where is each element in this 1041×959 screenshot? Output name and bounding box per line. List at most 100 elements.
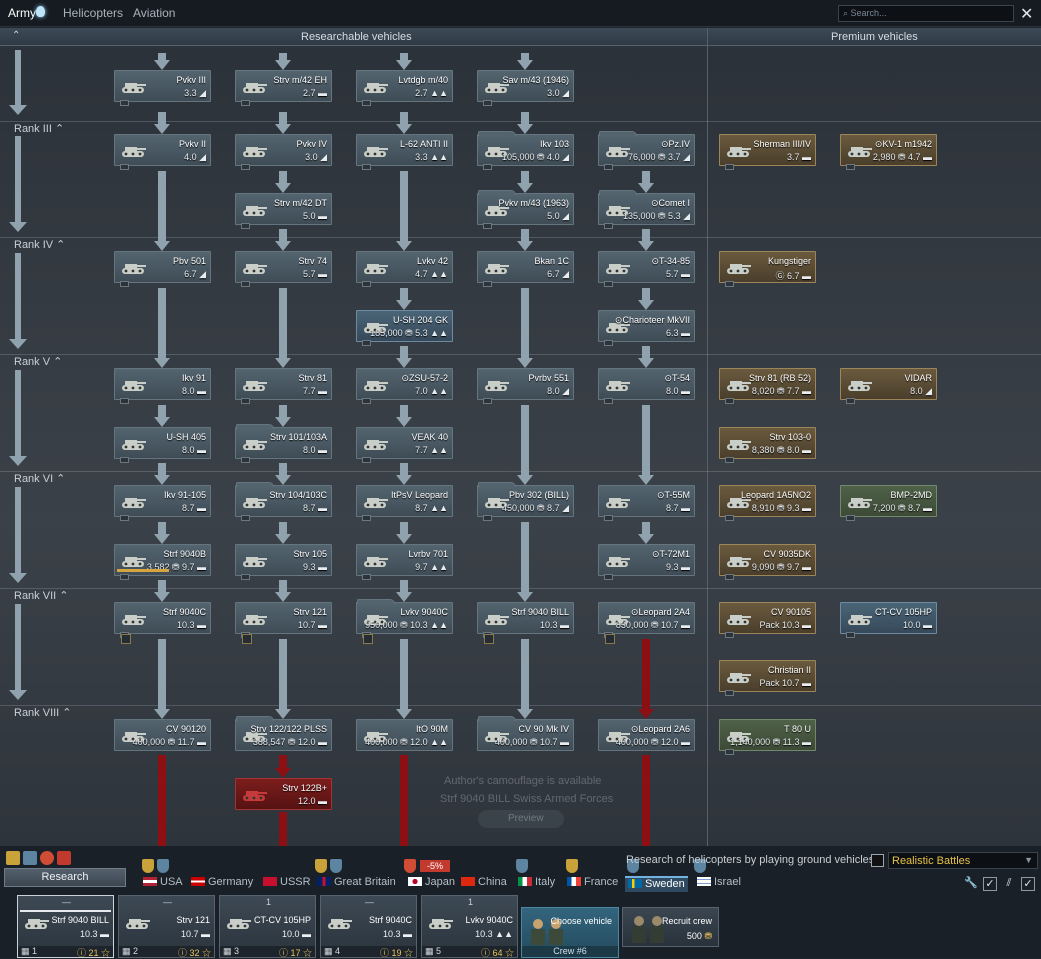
vehicle-card[interactable]: Lvtdgb m/40 2.7 ▲▲	[356, 70, 453, 106]
rank-label[interactable]: Rank III ⌃	[14, 122, 64, 135]
nation-tab-france[interactable]: France	[567, 876, 618, 892]
preview-button[interactable]: Preview	[478, 810, 564, 828]
vehicle-card[interactable]: Pvrbv 551 8.0 ◢	[477, 368, 574, 404]
rank-label[interactable]: Rank V ⌃	[14, 355, 62, 368]
vehicle-card[interactable]: Lvrbv 701 9.7 ▲▲	[356, 544, 453, 580]
vehicle-card[interactable]: VEAK 40 7.7 ▲▲	[356, 427, 453, 463]
rank-label[interactable]: Rank VII ⌃	[14, 589, 68, 602]
vehicle-card[interactable]: Lvkv 42 4.7 ▲▲	[356, 251, 453, 287]
crew-slot[interactable]: 1 Lvkv 9040C 10.3 ▲▲ ▦ 5 ⓘ 64 ☆	[421, 895, 518, 958]
vehicle-card[interactable]: U-SH 405 8.0 ▬	[114, 427, 211, 463]
checkbox-icon[interactable]: ✓	[983, 877, 997, 891]
vehicle-card[interactable]: ⊙T-54 8.0 ▬	[598, 368, 695, 404]
vehicle-card[interactable]: ⊙Leopard 2A6 400,000 ⛃ 12.0 ▬	[598, 719, 695, 751]
vehicle-card[interactable]: Pbv 501 6.7 ◢	[114, 251, 211, 287]
vehicle-card[interactable]: Strv 74 5.7 ▬	[235, 251, 332, 287]
vehicle-card[interactable]: T 80 U 1,140,000 ⛃ 11.3 ▬	[719, 719, 816, 755]
search-input[interactable]: ⌕ Search...	[838, 5, 1014, 22]
vehicle-card[interactable]: ⊙ZSU-57-2 7.0 ▲▲	[356, 368, 453, 404]
vehicle-card[interactable]: BMP-2MD 7,200 ⛃ 8.7 ▬	[840, 485, 937, 521]
percent-icon[interactable]	[57, 851, 71, 865]
rank-icon[interactable]	[6, 851, 20, 865]
nation-tab-israel[interactable]: Israel	[697, 876, 741, 892]
vehicle-card[interactable]: ⊙Comet I 135,000 ⛃ 5.3 ◢	[598, 190, 695, 229]
wrench-icon[interactable]: 🔧	[964, 877, 978, 891]
crew-slot[interactable]: — Strf 9040C 10.3 ▬ ▦ 4 ⓘ 19 ☆	[320, 895, 417, 958]
collapse-icon[interactable]: ⌃	[12, 30, 20, 41]
rank-label[interactable]: Rank IV ⌃	[14, 238, 65, 251]
nation-tab-usa[interactable]: USA	[143, 876, 183, 892]
vehicle-card[interactable]: Strv 122B+ 12.0 ▬	[235, 778, 332, 810]
vehicle-card[interactable]: Pvkv III 3.3 ◢	[114, 70, 211, 106]
vehicle-card[interactable]: Strv m/42 DT 5.0 ▬	[235, 193, 332, 229]
vehicle-card[interactable]: Strv 81 7.7 ▬	[235, 368, 332, 404]
vehicle-card[interactable]: Strv 103-0 8,380 ⛃ 8.0 ▬	[719, 427, 816, 463]
vehicle-card[interactable]: Bkan 1C 6.7 ◢	[477, 251, 574, 287]
vehicle-card[interactable]: Strv 105 9.3 ▬	[235, 544, 332, 580]
vehicle-card[interactable]: Sherman III/IV 3.7 ▬	[719, 134, 816, 170]
crew-slot[interactable]: — Strf 9040 BILL 10.3 ▬ ▦ 1 ⓘ 21 ☆	[17, 895, 114, 958]
nation-tab-japan[interactable]: Japan	[408, 876, 455, 892]
vehicle-card[interactable]: Pbv 302 (BILL) 450,000 ⛃ 8.7 ◢	[477, 482, 574, 521]
timer-icon[interactable]	[40, 851, 54, 865]
tab-army[interactable]: Army	[8, 6, 36, 20]
vehicle-card[interactable]: Pvkv IV 3.0 ◢	[235, 134, 332, 170]
vehicle-card[interactable]: Pvkv m/43 (1963) 5.0 ◢	[477, 190, 574, 229]
tools-icon[interactable]: ⫽	[1002, 877, 1016, 891]
tab-aviation[interactable]: Aviation	[133, 6, 175, 20]
vehicle-card[interactable]: Strv 121 10.7 ▬	[235, 602, 332, 644]
vehicle-card[interactable]: ⊙T-72M1 9.3 ▬	[598, 544, 695, 580]
vehicle-card[interactable]: ItPsV Leopard 8.7 ▲▲	[356, 485, 453, 521]
vehicle-card[interactable]: Strf 9040 BILL 10.3 ▬	[477, 602, 574, 644]
nation-tab-germany[interactable]: Germany	[191, 876, 253, 892]
checkbox-icon[interactable]: ✓	[1021, 877, 1035, 891]
vehicle-card[interactable]: Pvkv II 4.0 ◢	[114, 134, 211, 170]
vehicle-card[interactable]: CV 9035DK 9,090 ⛃ 9.7 ▬	[719, 544, 816, 580]
vehicle-card[interactable]: Ikv 103 105,000 ⛃ 4.0 ◢	[477, 131, 574, 170]
vehicle-card[interactable]: ⊙KV-1 m1942 2,980 ⛃ 4.7 ▬	[840, 134, 937, 170]
vehicle-card[interactable]: VIDAR 8.0 ◢	[840, 368, 937, 404]
recruit-crew-button[interactable]: Recruit crew 500 ⛃	[622, 907, 719, 947]
vehicle-card[interactable]: L-62 ANTI II 3.3 ▲▲	[356, 134, 453, 170]
vehicle-card[interactable]: ItO 90M 400,000 ⛃ 12.0 ▲▲	[356, 719, 453, 751]
crew-slot[interactable]: — Strv 121 10.7 ▬ ▦ 2 ⓘ 32 ☆	[118, 895, 215, 958]
vehicle-card[interactable]: U-SH 204 GK 185,000 ⛃ 5.3 ▲▲	[356, 310, 453, 346]
vehicle-card[interactable]: ⊙Pz.IV 76,000 ⛃ 3.7 ◢	[598, 131, 695, 170]
vehicle-card[interactable]: CV 90105 Pack 10.3 ▬	[719, 602, 816, 638]
rank-label[interactable]: Rank VIII ⌃	[14, 706, 72, 719]
vehicle-card[interactable]: ⊙Charioteer MkVII 6.3 ▬	[598, 310, 695, 346]
nation-tab-ussr[interactable]: USSR	[263, 876, 311, 892]
vehicle-card[interactable]: Strf 9040C 10.3 ▬	[114, 602, 211, 644]
vehicle-card[interactable]: Strv 122/122 PLSS 388,547 ⛃ 12.0 ▬	[235, 716, 332, 751]
battle-mode-select[interactable]: Realistic Battles ▼	[888, 852, 1038, 869]
vehicle-card[interactable]: Ikv 91 8.0 ▬	[114, 368, 211, 404]
vehicle-card[interactable]: Sav m/43 (1946) 3.0 ◢	[477, 70, 574, 106]
nation-tab-great-britain[interactable]: Great Britain	[317, 876, 396, 892]
vehicle-card[interactable]: ⊙T-34-85 5.7 ▬	[598, 251, 695, 287]
vehicle-card[interactable]: ⊙Leopard 2A4 830,000 ⛃ 10.7 ▬	[598, 602, 695, 644]
shield-icon[interactable]	[23, 851, 37, 865]
helicopter-research-checkbox[interactable]	[871, 854, 884, 867]
tab-helicopters[interactable]: Helicopters	[63, 6, 123, 20]
nation-tab-italy[interactable]: Italy	[518, 876, 555, 892]
vehicle-card[interactable]: CV 90 Mk IV 400,000 ⛃ 10.7 ▬	[477, 716, 574, 751]
vehicle-card[interactable]: Lvkv 9040C 950,000 ⛃ 10.3 ▲▲	[356, 599, 453, 644]
vehicle-card[interactable]: Ikv 91-105 8.7 ▬	[114, 485, 211, 521]
vehicle-card[interactable]: Strv 101/103A 8.0 ▬	[235, 424, 332, 463]
vehicle-card[interactable]: ⊙T-55M 8.7 ▬	[598, 485, 695, 521]
research-button[interactable]: Research	[4, 868, 126, 887]
vehicle-card[interactable]: Strf 9040B 3,582 ⛃ 9.7 ▬	[114, 544, 211, 580]
vehicle-card[interactable]: CV 90120 400,000 ⛃ 11.7 ▬	[114, 719, 211, 751]
vehicle-card[interactable]: Strv 81 (RB 52) 8,020 ⛃ 7.7 ▬	[719, 368, 816, 404]
vehicle-card[interactable]: Kungstiger Ⓖ 6.7 ▬	[719, 251, 816, 287]
nation-tab-china[interactable]: China	[461, 876, 507, 892]
vehicle-card[interactable]: Leopard 1A5NO2 8,910 ⛃ 9.3 ▬	[719, 485, 816, 521]
choose-vehicle-button[interactable]: Choose vehicle Crew #6	[521, 907, 619, 958]
rank-label[interactable]: Rank VI ⌃	[14, 472, 65, 485]
vehicle-card[interactable]: Strv m/42 EH 2.7 ▬	[235, 70, 332, 106]
vehicle-card[interactable]: CT-CV 105HP 10.0 ▬	[840, 602, 937, 638]
nation-tab-sweden[interactable]: Sweden	[625, 876, 688, 892]
close-icon[interactable]: ✕	[1020, 4, 1033, 24]
lightbulb-icon[interactable]	[36, 6, 45, 17]
vehicle-card[interactable]: Strv 104/103C 8.7 ▬	[235, 482, 332, 521]
